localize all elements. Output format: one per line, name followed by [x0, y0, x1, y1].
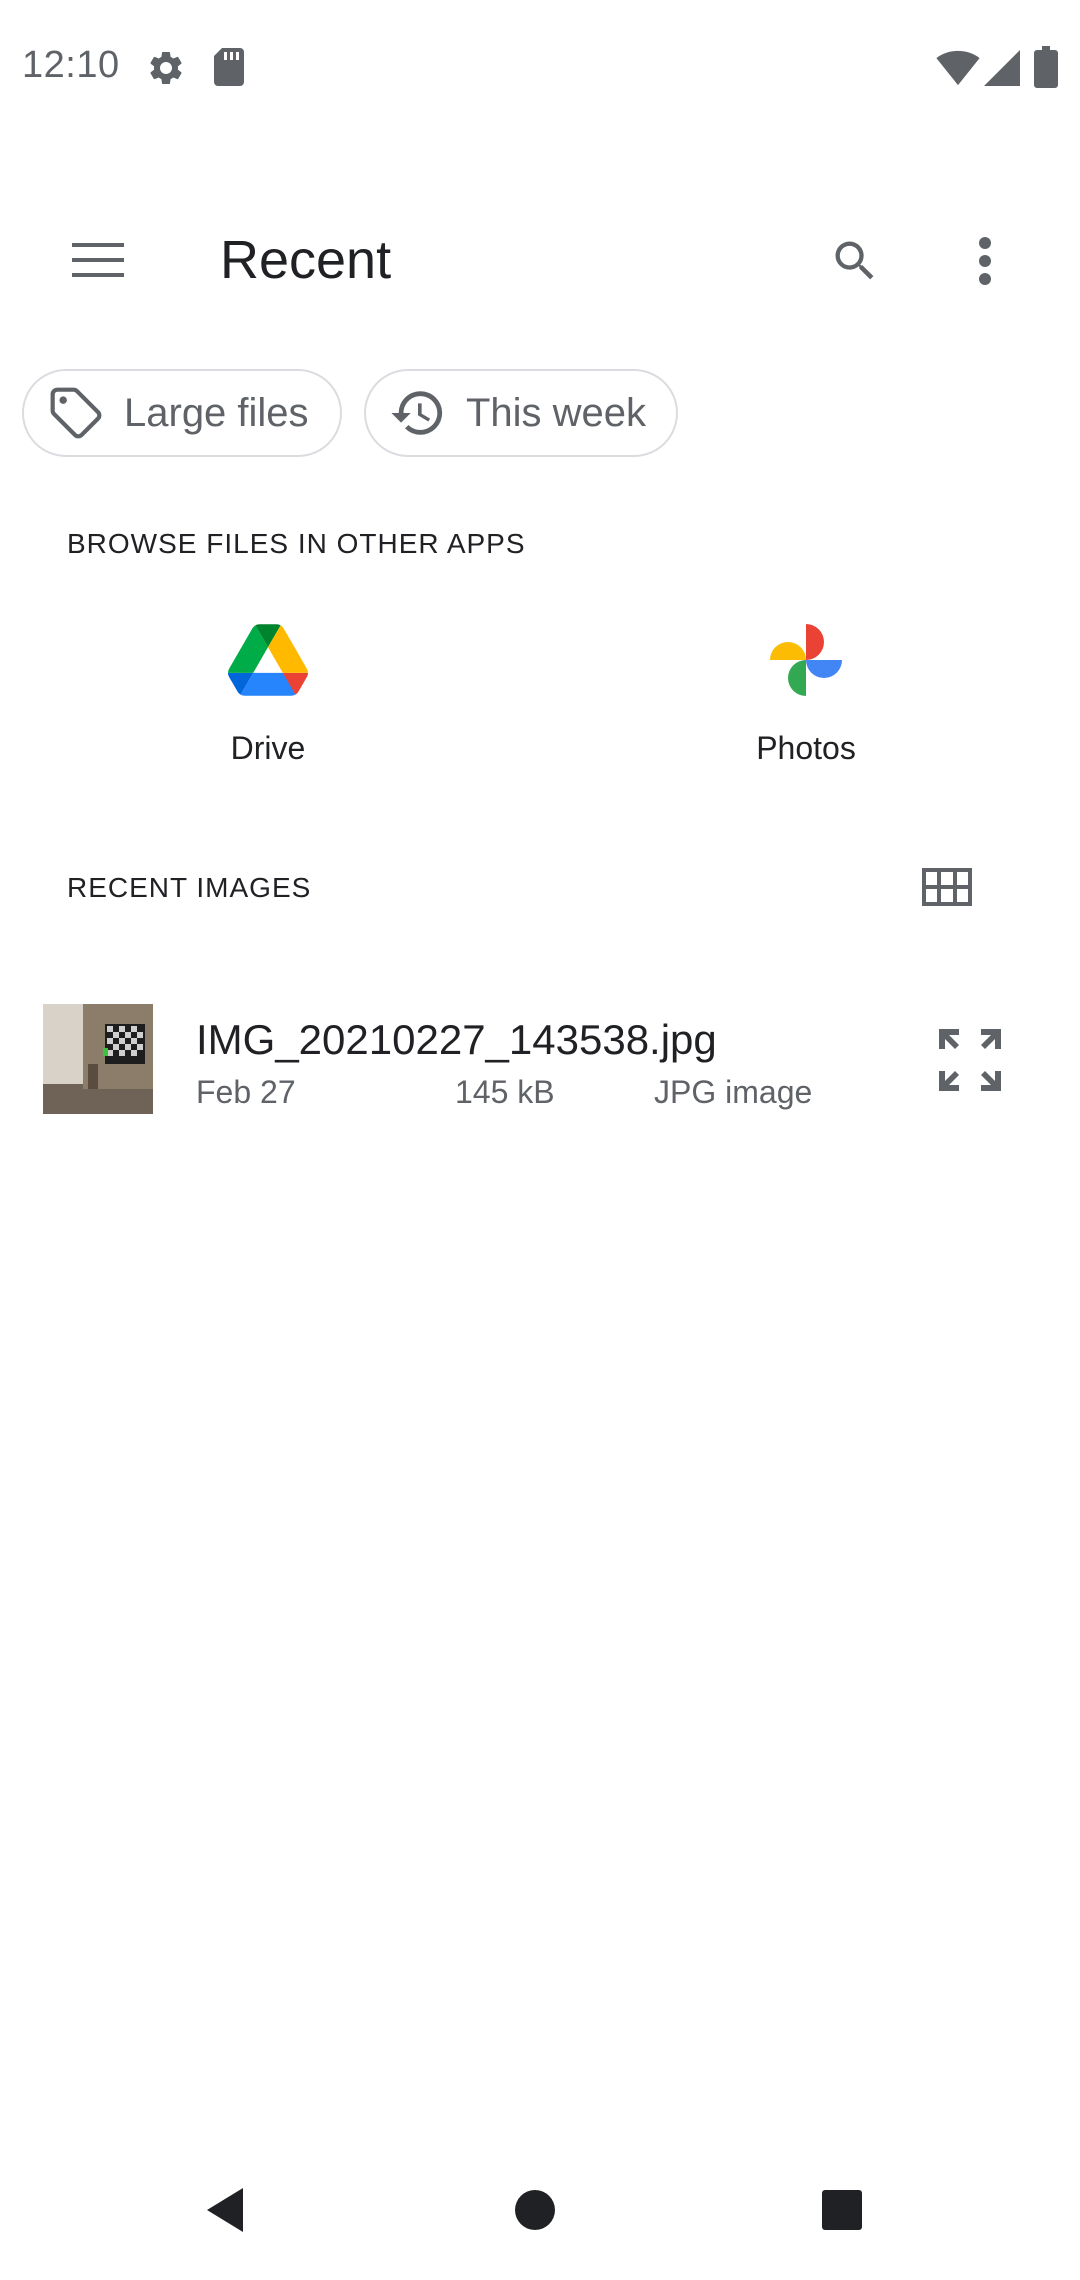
chip-this-week[interactable]: This week: [364, 369, 678, 457]
page-title: Recent: [220, 230, 392, 290]
file-date: Feb 27: [196, 1074, 296, 1110]
back-button[interactable]: [185, 2170, 265, 2250]
battery-icon: [1034, 46, 1058, 88]
recent-images-header: RECENT IMAGES: [67, 872, 312, 903]
image-thumbnail: [43, 1004, 153, 1114]
sd-card-icon: [214, 48, 244, 86]
chip-label: This week: [465, 390, 646, 435]
gear-icon: [150, 51, 182, 84]
search-button[interactable]: [820, 226, 890, 296]
google-photos-logo: [770, 624, 842, 696]
chip-large-files[interactable]: Large files: [22, 369, 342, 457]
wifi-icon: [936, 50, 980, 86]
browse-section-header: BROWSE FILES IN OTHER APPS: [67, 528, 526, 559]
recents-icon: [822, 2190, 862, 2230]
app-label: Drive: [230, 730, 306, 766]
status-time: 12:10: [22, 44, 120, 86]
file-type: JPG image: [654, 1074, 813, 1110]
menu-icon: [72, 243, 124, 277]
file-size: 145 kB: [455, 1074, 555, 1110]
app-label: Photos: [756, 730, 856, 766]
tag-icon: [46, 383, 106, 443]
history-icon: [388, 383, 448, 443]
grid-view-button[interactable]: [912, 852, 982, 922]
more-options-button[interactable]: [950, 226, 1020, 296]
grid-view-icon: [922, 868, 972, 906]
system-nav-bar: [0, 2140, 1080, 2280]
back-icon: [207, 2188, 243, 2232]
more-vert-icon: [979, 237, 991, 285]
chip-label: Large files: [124, 390, 309, 435]
search-icon: [835, 241, 874, 280]
home-button[interactable]: [495, 2170, 575, 2250]
screen: 12:10 Recent Large files This week BROWS…: [0, 0, 1080, 2280]
file-name: IMG_20210227_143538.jpg: [196, 1016, 717, 1063]
preview-button[interactable]: [930, 1020, 1010, 1100]
expand-icon: [939, 1029, 1001, 1091]
top-app-bar: Recent: [0, 200, 1080, 320]
home-icon: [515, 2190, 555, 2230]
recents-button[interactable]: [802, 2170, 882, 2250]
status-bar: 12:10: [0, 0, 1080, 132]
app-drive[interactable]: Drive: [118, 620, 418, 790]
app-photos[interactable]: Photos: [656, 620, 956, 790]
signal-icon: [984, 50, 1020, 86]
file-list-item[interactable]: IMG_20210227_143538.jpg Feb 27 145 kB JP…: [0, 990, 1080, 1130]
menu-button[interactable]: [58, 230, 138, 290]
google-drive-logo: [228, 624, 308, 696]
